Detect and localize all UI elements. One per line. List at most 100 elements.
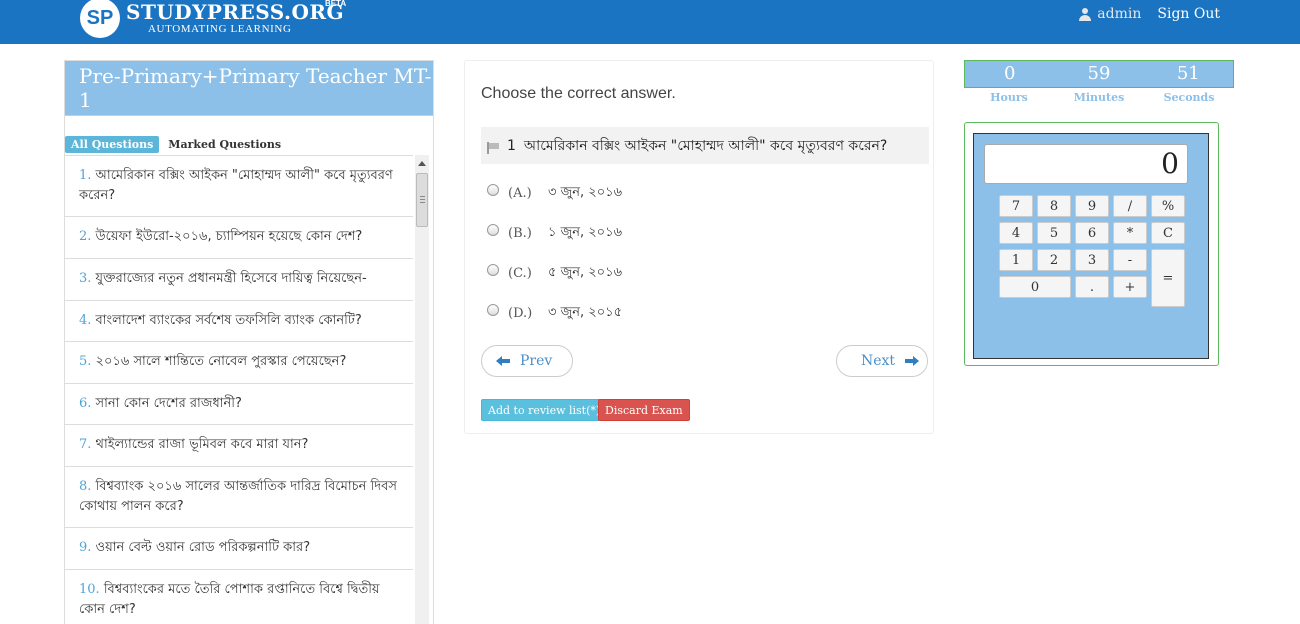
- question-number: 10.: [79, 582, 100, 597]
- option-b-label: (B.): [508, 226, 532, 241]
- instruction-text: Choose the correct answer.: [481, 85, 676, 102]
- option-c[interactable]: (C.) ৫ জুন, ২০১৬: [487, 263, 622, 284]
- exam-title: Pre-Primary+Primary Teacher MT- 1: [65, 61, 433, 116]
- grip-line: [420, 199, 425, 200]
- calc-key-multiply[interactable]: *: [1113, 222, 1147, 244]
- calculator-panel: 0 7 8 9 / % 4 5 6 * C 1 2 3 - = 0 . +: [964, 122, 1219, 366]
- question-list-panel: Pre-Primary+Primary Teacher MT- 1 All Qu…: [64, 60, 434, 624]
- countdown-timer: 0 59 51: [964, 60, 1234, 88]
- question-title: বিশ্বব্যাংক ২০১৬ সালের আন্তর্জাতিক দারিদ…: [79, 479, 397, 514]
- option-d-text: ৩ জুন, ২০১৫: [548, 305, 623, 320]
- minutes-label: Minutes: [1073, 91, 1125, 104]
- calc-key-equals[interactable]: =: [1151, 249, 1185, 307]
- scroll-up-arrow-icon[interactable]: [418, 161, 426, 166]
- question-title: বাংলাদেশ ব্যাংকের সর্বশেষ তফসিলি ব্যাংক …: [95, 313, 362, 328]
- arrow-right-icon: [905, 355, 920, 367]
- question-title: উয়েফা ইউরো-২০১৬, চ্যাম্পিয়ন হয়েছে কোন…: [95, 229, 363, 244]
- question-list-item[interactable]: 1. আমেরিকান বক্সিং আইকন "মোহাম্মদ আলী" ক…: [65, 155, 413, 216]
- option-d-radio[interactable]: [487, 303, 499, 316]
- question-number: 6.: [79, 396, 92, 411]
- question-number: 4.: [79, 313, 92, 328]
- question-title: সানা কোন দেশের রাজধানী?: [95, 396, 242, 411]
- calc-key-2[interactable]: 2: [1037, 249, 1071, 271]
- logo-mark: SP: [80, 0, 120, 38]
- question-list-item[interactable]: 3. যুক্তরাজ্যের নতুন প্রধানমন্ত্রী হিসেব…: [65, 258, 413, 300]
- option-b-radio[interactable]: [487, 223, 499, 236]
- prev-button[interactable]: Prev: [481, 345, 573, 377]
- next-label: Next: [861, 353, 896, 369]
- question-list-item[interactable]: 7. থাইল্যান্ডের রাজা ভূমিবল কবে মারা যান…: [65, 424, 413, 466]
- calc-key-6[interactable]: 6: [1075, 222, 1109, 244]
- calc-key-clear[interactable]: C: [1151, 222, 1185, 244]
- prev-label: Prev: [520, 353, 553, 369]
- flag-icon[interactable]: [487, 141, 501, 154]
- option-c-text: ৫ জুন, ২০১৬: [548, 265, 623, 280]
- arrow-left-icon: [496, 355, 510, 367]
- site-logo[interactable]: SP STUDYPRESS.ORG BETA AUTOMATING LEARNI…: [80, 0, 347, 40]
- calculator-display: 0: [984, 144, 1188, 184]
- calc-key-minus[interactable]: -: [1113, 249, 1147, 271]
- question-header: 1 আমেরিকান বক্সিং আইকন "মোহাম্মদ আলী" কব…: [481, 127, 929, 164]
- timer-hours: 0: [1003, 63, 1016, 84]
- question-number: 5.: [79, 354, 92, 369]
- question-tabs: All Questions Marked Questions: [65, 136, 281, 153]
- beta-badge: BETA: [324, 0, 347, 8]
- question-number: 1: [507, 137, 516, 154]
- timer-minutes: 59: [1087, 63, 1111, 84]
- discard-exam-button[interactable]: Discard Exam: [598, 399, 690, 421]
- question-list-item[interactable]: 2. উয়েফা ইউরো-২০১৬, চ্যাম্পিয়ন হয়েছে …: [65, 216, 413, 258]
- option-a-text: ৩ জুন, ২০১৬: [548, 185, 623, 200]
- username-link[interactable]: admin: [1097, 6, 1141, 22]
- option-c-radio[interactable]: [487, 263, 499, 276]
- calc-key-7[interactable]: 7: [999, 195, 1033, 217]
- timer-seconds: 51: [1176, 63, 1200, 84]
- question-list-item[interactable]: 10. বিশ্বব্যাংকের মতে তৈরি পোশাক রপ্তানি…: [65, 569, 413, 624]
- tab-marked-questions[interactable]: Marked Questions: [168, 138, 281, 151]
- option-a[interactable]: (A.) ৩ জুন, ২০১৬: [487, 183, 622, 204]
- question-title: আমেরিকান বক্সিং আইকন "মোহাম্মদ আলী" কবে …: [79, 168, 393, 203]
- timer-labels: Hours Minutes Seconds: [964, 91, 1234, 104]
- calc-key-divide[interactable]: /: [1113, 195, 1147, 217]
- calc-key-4[interactable]: 4: [999, 222, 1033, 244]
- brand-tagline: AUTOMATING LEARNING: [148, 23, 292, 35]
- grip-line: [420, 196, 425, 197]
- calculator: 0 7 8 9 / % 4 5 6 * C 1 2 3 - = 0 . +: [973, 133, 1209, 359]
- question-list-item[interactable]: 9. ওয়ান বেল্ট ওয়ান রোড পরিকল্পনাটি কার…: [65, 527, 413, 569]
- option-d[interactable]: (D.) ৩ জুন, ২০১৫: [487, 303, 622, 324]
- question-text: আমেরিকান বক্সিং আইকন "মোহাম্মদ আলী" কবে …: [523, 137, 888, 154]
- option-a-radio[interactable]: [487, 183, 499, 196]
- calc-key-5[interactable]: 5: [1037, 222, 1071, 244]
- question-number: 1.: [79, 168, 92, 183]
- option-b-text: ১ জুন, ২০১৬: [548, 225, 623, 240]
- question-title: যুক্তরাজ্যের নতুন প্রধানমন্ত্রী হিসেবে দ…: [95, 271, 367, 286]
- question-list-item[interactable]: 5. ২০১৬ সালে শান্তিতে নোবেল পুরস্কার পেয…: [65, 341, 413, 383]
- question-number: 7.: [79, 437, 92, 452]
- question-list-item[interactable]: 8. বিশ্বব্যাংক ২০১৬ সালের আন্তর্জাতিক দা…: [65, 466, 413, 527]
- question-list-item[interactable]: 4. বাংলাদেশ ব্যাংকের সর্বশেষ তফসিলি ব্যা…: [65, 300, 413, 341]
- calc-key-9[interactable]: 9: [1075, 195, 1109, 217]
- calc-key-plus[interactable]: +: [1113, 276, 1147, 298]
- question-panel: Choose the correct answer. 1 আমেরিকান বক…: [464, 60, 934, 434]
- next-button[interactable]: Next: [836, 345, 928, 377]
- user-icon: [1079, 7, 1092, 21]
- option-b[interactable]: (B.) ১ জুন, ২০১৬: [487, 223, 622, 244]
- top-navbar: SP STUDYPRESS.ORG BETA AUTOMATING LEARNI…: [0, 0, 1300, 44]
- tab-all-questions[interactable]: All Questions: [65, 136, 160, 153]
- calc-key-8[interactable]: 8: [1037, 195, 1071, 217]
- question-number: 8.: [79, 479, 92, 494]
- add-to-review-button[interactable]: Add to review list(*): [481, 399, 608, 421]
- question-list: 1. আমেরিকান বক্সিং আইকন "মোহাম্মদ আলী" ক…: [65, 155, 413, 624]
- calc-key-percent[interactable]: %: [1151, 195, 1185, 217]
- calc-key-0[interactable]: 0: [999, 276, 1071, 298]
- question-number: 3.: [79, 271, 92, 286]
- option-a-label: (A.): [508, 186, 532, 201]
- scrollbar-thumb[interactable]: [416, 173, 428, 227]
- calc-key-1[interactable]: 1: [999, 249, 1033, 271]
- question-list-scrollbar[interactable]: [415, 155, 429, 624]
- hours-label: Hours: [990, 91, 1028, 104]
- question-list-item[interactable]: 6. সানা কোন দেশের রাজধানী?: [65, 383, 413, 424]
- sign-out-link[interactable]: Sign Out: [1157, 6, 1220, 22]
- question-number: 9.: [79, 540, 92, 555]
- calc-key-3[interactable]: 3: [1075, 249, 1109, 271]
- calc-key-decimal[interactable]: .: [1075, 276, 1109, 298]
